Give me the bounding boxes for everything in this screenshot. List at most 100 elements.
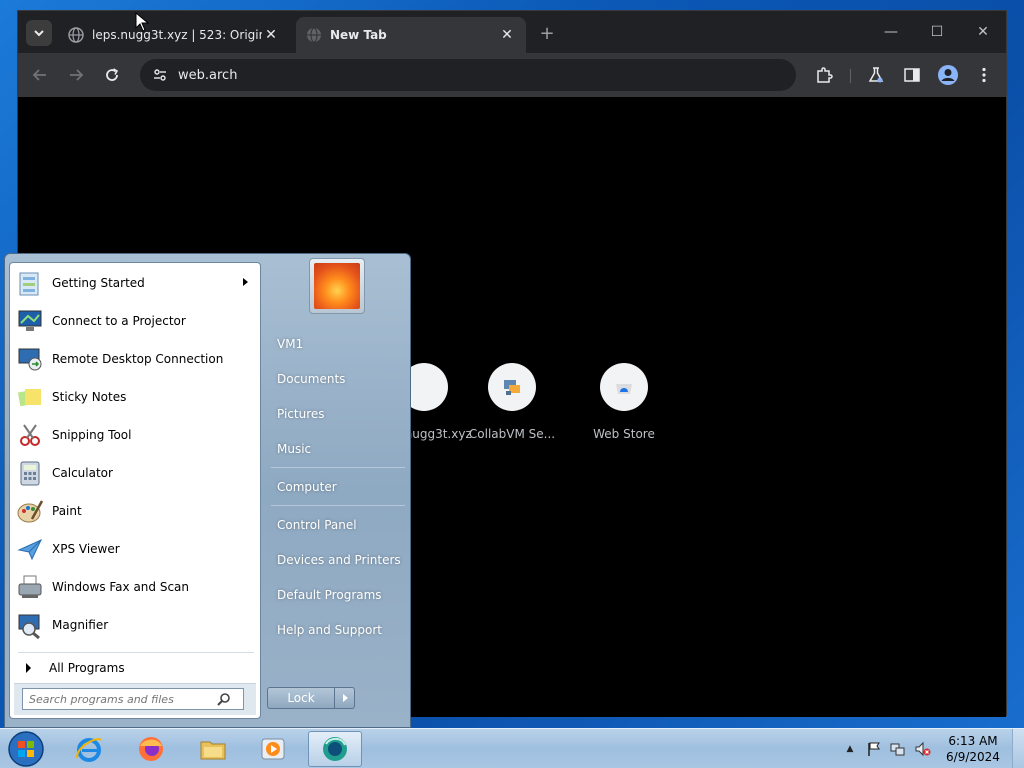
address-bar[interactable]: web.arch: [140, 59, 796, 91]
start-link-help-support[interactable]: Help and Support: [269, 616, 407, 644]
arrow-right-icon: [342, 694, 348, 702]
extensions-button[interactable]: [812, 63, 836, 87]
web-store-icon: [600, 363, 648, 411]
search-input[interactable]: [29, 692, 215, 706]
power-options-button[interactable]: [335, 687, 355, 709]
sticky-notes-icon: [14, 381, 46, 413]
program-label: Windows Fax and Scan: [52, 580, 190, 594]
calculator-icon: [14, 457, 46, 489]
start-button[interactable]: [6, 730, 46, 768]
toolbar-divider: [850, 69, 851, 83]
menu-button[interactable]: [972, 63, 996, 87]
flag-icon: [868, 742, 880, 756]
show-hidden-icons-button[interactable]: ▲: [842, 729, 858, 768]
start-search-box[interactable]: [22, 688, 244, 710]
minimize-button[interactable]: —: [876, 21, 906, 43]
xps-viewer-icon: [14, 533, 46, 565]
all-programs-label: All Programs: [49, 661, 125, 675]
program-snipping-tool[interactable]: Snipping Tool: [14, 417, 256, 453]
tab-strip: leps.nugg3t.xyz | 523: Origin is unreach…: [18, 11, 1006, 53]
site-info-icon[interactable]: [152, 67, 168, 83]
shortcut-web-store[interactable]: Web Store: [574, 363, 674, 441]
taskbar-firefox[interactable]: [124, 731, 178, 767]
start-link-control-panel[interactable]: Control Panel: [269, 511, 407, 539]
network-tray[interactable]: [888, 729, 908, 768]
file-explorer-icon: [200, 741, 226, 760]
taskbar-clock[interactable]: 6:13 AM 6/9/2024: [942, 733, 1004, 765]
program-label: Connect to a Projector: [52, 314, 186, 328]
maximize-button[interactable]: ☐: [922, 21, 952, 43]
show-desktop-button[interactable]: [1012, 729, 1024, 768]
program-sticky-notes[interactable]: Sticky Notes: [14, 379, 256, 415]
reload-icon: [106, 68, 119, 81]
programs-divider: [18, 652, 254, 653]
close-button[interactable]: ✕: [968, 21, 998, 43]
taskbar-browser[interactable]: [308, 731, 362, 767]
labs-button[interactable]: [864, 63, 888, 87]
network-icon: [890, 743, 905, 756]
program-label: Snipping Tool: [52, 428, 132, 442]
start-link-music[interactable]: Music: [269, 435, 407, 463]
snipping-tool-icon: [14, 419, 46, 451]
tab-leps[interactable]: leps.nugg3t.xyz | 523: Origin is unreach…: [58, 17, 290, 53]
forward-button[interactable]: [64, 63, 88, 87]
program-remote-desktop[interactable]: Remote Desktop Connection: [14, 341, 256, 377]
taskbar: ▲ 6:13 AM 6/9/2024: [0, 728, 1024, 768]
program-getting-started[interactable]: Getting Started: [14, 265, 256, 301]
new-tab-button[interactable]: +: [536, 23, 558, 44]
tab-search-button[interactable]: [26, 20, 52, 46]
start-link-vm1[interactable]: VM1: [269, 330, 407, 358]
start-link-documents[interactable]: Documents: [269, 365, 407, 393]
action-center-tray[interactable]: [864, 729, 884, 768]
taskbar-file-explorer[interactable]: [186, 731, 240, 767]
side-panel-button[interactable]: [900, 63, 924, 87]
back-button[interactable]: [28, 63, 52, 87]
start-menu: Getting Started Connect to a Projector R…: [4, 253, 411, 728]
address-text[interactable]: web.arch: [178, 68, 237, 83]
magnifier-icon: [14, 609, 46, 641]
taskbar-media-player[interactable]: [246, 731, 300, 767]
all-programs-button[interactable]: All Programs: [14, 656, 256, 680]
shortcut-collabvm[interactable]: CollabVM Se...: [462, 363, 562, 441]
program-connect-projector[interactable]: Connect to a Projector: [14, 303, 256, 339]
submenu-arrow-icon: [243, 278, 248, 286]
program-label: Calculator: [52, 466, 113, 480]
program-fax-scan[interactable]: Windows Fax and Scan: [14, 569, 256, 605]
globe-icon: [307, 27, 321, 43]
program-calculator[interactable]: Calculator: [14, 455, 256, 491]
program-label: Remote Desktop Connection: [52, 352, 224, 366]
reload-button[interactable]: [100, 63, 124, 87]
lock-button[interactable]: Lock: [267, 687, 335, 709]
firefox-icon: [139, 737, 163, 761]
volume-tray[interactable]: [912, 729, 934, 768]
user-avatar[interactable]: [309, 258, 365, 314]
tab-close-icon[interactable]: ✕: [262, 27, 280, 43]
arrow-right-icon: [70, 69, 84, 81]
shutdown-group: Lock: [267, 687, 355, 709]
program-label: XPS Viewer: [52, 542, 120, 556]
start-link-pictures[interactable]: Pictures: [269, 400, 407, 428]
shortcut-label: CollabVM Se...: [468, 427, 556, 441]
flask-icon: [868, 67, 884, 83]
projector-icon: [14, 305, 46, 337]
taskbar-internet-explorer[interactable]: [62, 731, 116, 767]
program-xps-viewer[interactable]: XPS Viewer: [14, 531, 256, 567]
browser-toolbar: web.arch: [18, 53, 1006, 97]
search-icon[interactable]: [215, 690, 233, 708]
profile-button[interactable]: [936, 63, 960, 87]
start-link-devices-printers[interactable]: Devices and Printers: [269, 546, 407, 574]
program-magnifier[interactable]: Magnifier: [14, 607, 256, 643]
mouse-cursor-icon: [135, 12, 149, 32]
program-label: Magnifier: [52, 618, 109, 632]
tab-new-tab[interactable]: New Tab ✕: [296, 17, 526, 53]
right-pane-divider: [271, 505, 405, 506]
start-link-default-programs[interactable]: Default Programs: [269, 581, 407, 609]
start-link-computer[interactable]: Computer: [269, 473, 407, 501]
puzzle-icon: [817, 67, 833, 83]
program-paint[interactable]: Paint: [14, 493, 256, 529]
volume-muted-icon: [915, 741, 931, 757]
shortcut-label: Web Store: [593, 427, 655, 441]
tab-close-icon[interactable]: ✕: [498, 27, 516, 43]
fax-scan-icon: [14, 571, 46, 603]
getting-started-icon: [14, 267, 46, 299]
